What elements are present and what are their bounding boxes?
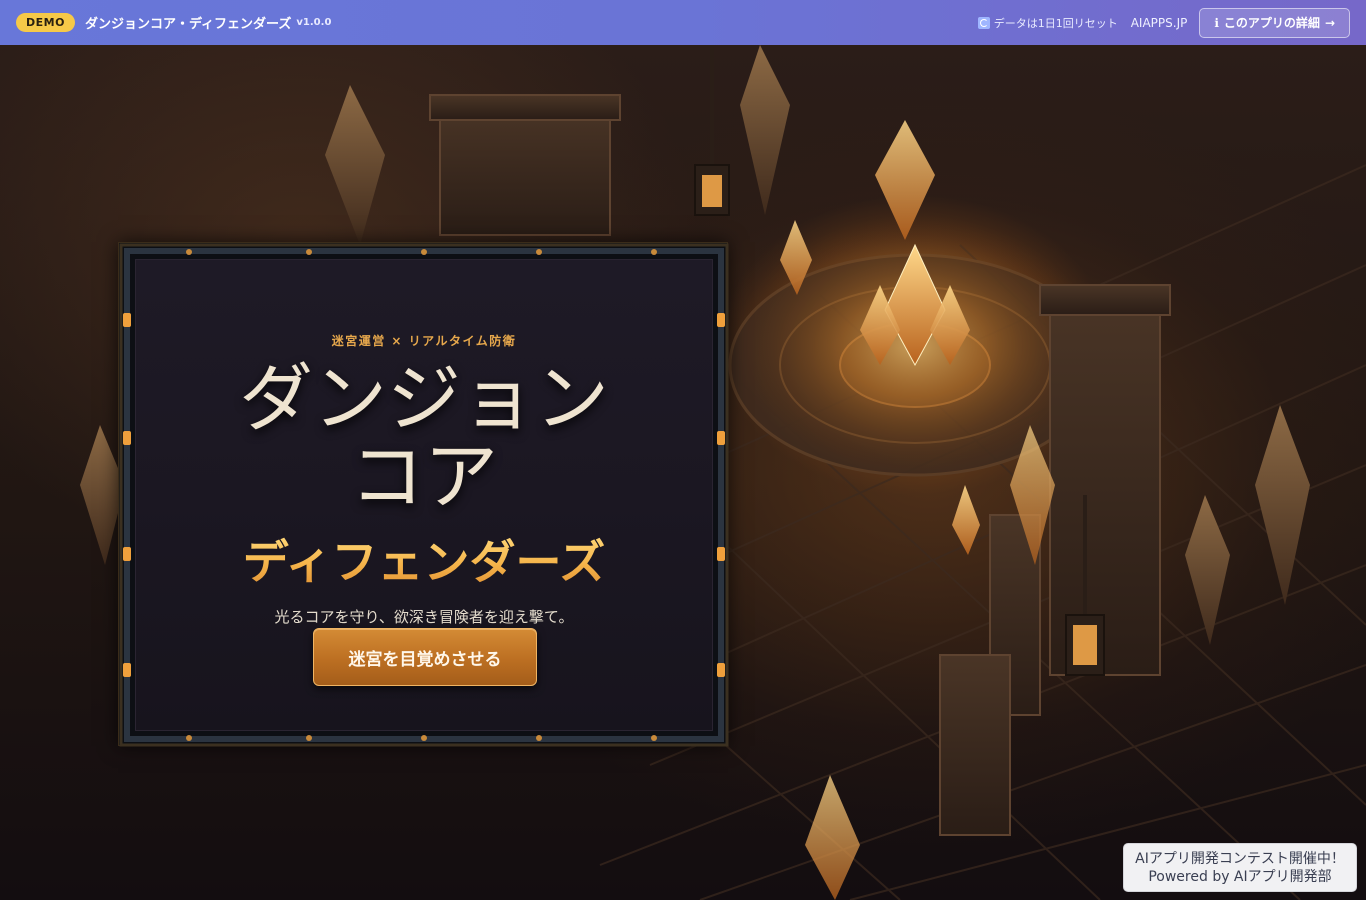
demo-badge: DEMO xyxy=(16,13,75,32)
lead-text: 光るコアを守り、欲深き冒険者を迎え撃て。 xyxy=(274,608,574,626)
app-details-button[interactable]: ℹ このアプリの詳細 → xyxy=(1199,7,1350,38)
game-title-line1: ダンジョン xyxy=(239,356,609,442)
start-game-button[interactable]: 迷宮を目覚めさせる xyxy=(313,628,537,686)
reset-notice: データは1日1回リセット xyxy=(977,15,1118,31)
top-bar: DEMO ダンジョンコア・ディフェンダーズ v1.0.0 データは1日1回リセッ… xyxy=(0,0,1366,45)
aiapps-link[interactable]: AIAPPS.JP xyxy=(1131,16,1188,30)
refresh-icon xyxy=(977,16,990,29)
tagline: 迷宮運営 × リアルタイム防衛 xyxy=(331,334,517,348)
app-details-label: このアプリの詳細 xyxy=(1223,16,1320,30)
title-panel-inner: 迷宮運営 × リアルタイム防衛 ダンジョン コア ディフェンダーズ 光るコアを守… xyxy=(135,259,713,731)
arrow-right-icon: → xyxy=(1324,15,1335,30)
contest-promo-line1: AIアプリ開発コンテスト開催中！ xyxy=(1135,851,1345,867)
game-title: ダンジョン コア xyxy=(136,360,712,516)
contest-promo-line2: Powered by AIアプリ開発部 xyxy=(1148,869,1332,885)
app-title: ダンジョンコア・ディフェンダーズ xyxy=(84,17,292,32)
info-icon: ℹ xyxy=(1214,15,1219,30)
app-version: v1.0.0 xyxy=(296,17,332,28)
game-title-line2: コア xyxy=(350,434,498,520)
game-subtitle: ディフェンダーズ xyxy=(136,534,712,590)
title-panel: 迷宮運営 × リアルタイム防衛 ダンジョン コア ディフェンダーズ 光るコアを守… xyxy=(118,242,729,747)
top-bar-right: データは1日1回リセット AIAPPS.JP ℹ このアプリの詳細 → xyxy=(977,7,1350,38)
contest-promo[interactable]: AIアプリ開発コンテスト開催中！ Powered by AIアプリ開発部 xyxy=(1123,843,1357,892)
reset-notice-text: データは1日1回リセット xyxy=(993,16,1118,30)
